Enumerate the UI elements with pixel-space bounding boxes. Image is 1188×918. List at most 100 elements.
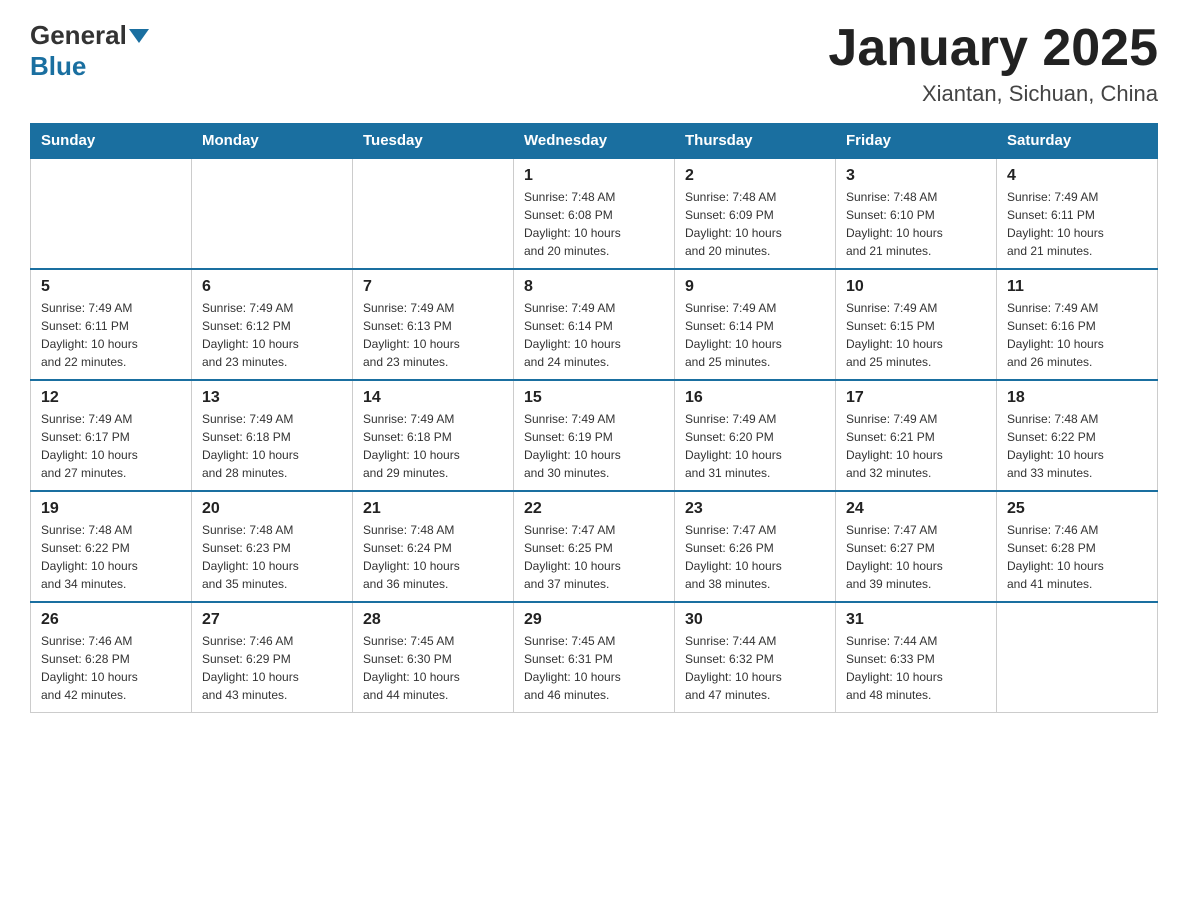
calendar-cell: 17Sunrise: 7:49 AM Sunset: 6:21 PM Dayli…: [836, 380, 997, 491]
day-info: Sunrise: 7:46 AM Sunset: 6:28 PM Dayligh…: [1007, 521, 1147, 593]
day-number: 29: [524, 611, 664, 629]
day-number: 2: [685, 167, 825, 185]
calendar-week-2: 5 Sunrise: 7:49 AM Sunset: 6:11 PM Daylig…: [31, 269, 1158, 380]
day-number: 14: [363, 389, 503, 407]
calendar-cell: 21 Sunrise: 7:48 AM Sunset: 6:24 PM Dayli…: [353, 491, 514, 602]
day-number: 1: [524, 167, 664, 185]
day-info: Sunrise: 7:49 AM Sunset: 6:13 PM Dayligh…: [363, 299, 503, 371]
calendar-header-wednesday: Wednesday: [514, 124, 675, 159]
day-info: Sunrise: 7:49 AM Sunset: 6:18 PM Dayligh…: [363, 410, 503, 482]
day-number: 18: [1007, 389, 1147, 407]
day-number: 28: [363, 611, 503, 629]
calendar-cell: 27Sunrise: 7:46 AM Sunset: 6:29 PM Dayli…: [192, 602, 353, 713]
day-number: 9: [685, 278, 825, 296]
logo-text: General: [30, 20, 151, 51]
calendar-table: SundayMondayTuesdayWednesdayThursdayFrid…: [30, 123, 1158, 713]
day-info: Sunrise: 7:48 AM Sunset: 6:24 PM Dayligh…: [363, 521, 503, 593]
calendar-header-monday: Monday: [192, 124, 353, 159]
calendar-cell: 3 Sunrise: 7:48 AM Sunset: 6:10 PM Daylig…: [836, 158, 997, 269]
calendar-cell: 8 Sunrise: 7:49 AM Sunset: 6:14 PM Daylig…: [514, 269, 675, 380]
title-section: January 2025 Xiantan, Sichuan, China: [828, 20, 1158, 107]
calendar-cell: 31 Sunrise: 7:44 AM Sunset: 6:33 PM Dayli…: [836, 602, 997, 713]
calendar-cell: [31, 158, 192, 269]
day-info: Sunrise: 7:46 AM Sunset: 6:28 PM Dayligh…: [41, 632, 181, 704]
calendar-header-row: SundayMondayTuesdayWednesdayThursdayFrid…: [31, 124, 1158, 159]
day-info: Sunrise: 7:49 AM Sunset: 6:11 PM Dayligh…: [41, 299, 181, 371]
day-number: 11: [1007, 278, 1147, 296]
calendar-cell: 24Sunrise: 7:47 AM Sunset: 6:27 PM Dayli…: [836, 491, 997, 602]
calendar-week-5: 26Sunrise: 7:46 AM Sunset: 6:28 PM Dayli…: [31, 602, 1158, 713]
calendar-header-saturday: Saturday: [997, 124, 1158, 159]
day-number: 23: [685, 500, 825, 518]
day-info: Sunrise: 7:49 AM Sunset: 6:15 PM Dayligh…: [846, 299, 986, 371]
day-number: 7: [363, 278, 503, 296]
day-info: Sunrise: 7:44 AM Sunset: 6:33 PM Dayligh…: [846, 632, 986, 704]
day-number: 25: [1007, 500, 1147, 518]
day-info: Sunrise: 7:49 AM Sunset: 6:14 PM Dayligh…: [524, 299, 664, 371]
day-info: Sunrise: 7:48 AM Sunset: 6:22 PM Dayligh…: [1007, 410, 1147, 482]
day-number: 8: [524, 278, 664, 296]
calendar-cell: 6 Sunrise: 7:49 AM Sunset: 6:12 PM Daylig…: [192, 269, 353, 380]
day-info: Sunrise: 7:44 AM Sunset: 6:32 PM Dayligh…: [685, 632, 825, 704]
day-number: 5: [41, 278, 181, 296]
logo-arrow-icon: [129, 29, 149, 43]
day-info: Sunrise: 7:48 AM Sunset: 6:09 PM Dayligh…: [685, 188, 825, 260]
calendar-cell: 30Sunrise: 7:44 AM Sunset: 6:32 PM Dayli…: [675, 602, 836, 713]
calendar-cell: 14 Sunrise: 7:49 AM Sunset: 6:18 PM Dayli…: [353, 380, 514, 491]
calendar-header-sunday: Sunday: [31, 124, 192, 159]
day-info: Sunrise: 7:45 AM Sunset: 6:30 PM Dayligh…: [363, 632, 503, 704]
day-info: Sunrise: 7:49 AM Sunset: 6:17 PM Dayligh…: [41, 410, 181, 482]
calendar-cell: 1 Sunrise: 7:48 AM Sunset: 6:08 PM Daylig…: [514, 158, 675, 269]
calendar-cell: 16 Sunrise: 7:49 AM Sunset: 6:20 PM Dayli…: [675, 380, 836, 491]
day-info: Sunrise: 7:45 AM Sunset: 6:31 PM Dayligh…: [524, 632, 664, 704]
day-number: 16: [685, 389, 825, 407]
day-number: 21: [363, 500, 503, 518]
day-info: Sunrise: 7:48 AM Sunset: 6:23 PM Dayligh…: [202, 521, 342, 593]
day-info: Sunrise: 7:49 AM Sunset: 6:20 PM Dayligh…: [685, 410, 825, 482]
day-info: Sunrise: 7:49 AM Sunset: 6:18 PM Dayligh…: [202, 410, 342, 482]
calendar-cell: 11Sunrise: 7:49 AM Sunset: 6:16 PM Dayli…: [997, 269, 1158, 380]
day-number: 15: [524, 389, 664, 407]
day-info: Sunrise: 7:48 AM Sunset: 6:10 PM Dayligh…: [846, 188, 986, 260]
day-info: Sunrise: 7:46 AM Sunset: 6:29 PM Dayligh…: [202, 632, 342, 704]
calendar-cell: 18 Sunrise: 7:48 AM Sunset: 6:22 PM Dayli…: [997, 380, 1158, 491]
day-info: Sunrise: 7:48 AM Sunset: 6:08 PM Dayligh…: [524, 188, 664, 260]
calendar-cell: 19Sunrise: 7:48 AM Sunset: 6:22 PM Dayli…: [31, 491, 192, 602]
day-number: 22: [524, 500, 664, 518]
day-number: 17: [846, 389, 986, 407]
calendar-cell: 5 Sunrise: 7:49 AM Sunset: 6:11 PM Daylig…: [31, 269, 192, 380]
day-info: Sunrise: 7:47 AM Sunset: 6:27 PM Dayligh…: [846, 521, 986, 593]
calendar-cell: 12 Sunrise: 7:49 AM Sunset: 6:17 PM Dayli…: [31, 380, 192, 491]
calendar-week-4: 19Sunrise: 7:48 AM Sunset: 6:22 PM Dayli…: [31, 491, 1158, 602]
day-number: 10: [846, 278, 986, 296]
calendar-cell: 13 Sunrise: 7:49 AM Sunset: 6:18 PM Dayli…: [192, 380, 353, 491]
day-info: Sunrise: 7:47 AM Sunset: 6:25 PM Dayligh…: [524, 521, 664, 593]
day-info: Sunrise: 7:49 AM Sunset: 6:11 PM Dayligh…: [1007, 188, 1147, 260]
day-info: Sunrise: 7:49 AM Sunset: 6:19 PM Dayligh…: [524, 410, 664, 482]
day-number: 12: [41, 389, 181, 407]
calendar-title: January 2025: [828, 20, 1158, 77]
calendar-header-friday: Friday: [836, 124, 997, 159]
calendar-cell: 9Sunrise: 7:49 AM Sunset: 6:14 PM Daylig…: [675, 269, 836, 380]
day-number: 31: [846, 611, 986, 629]
calendar-cell: 4 Sunrise: 7:49 AM Sunset: 6:11 PM Daylig…: [997, 158, 1158, 269]
calendar-header-tuesday: Tuesday: [353, 124, 514, 159]
day-number: 13: [202, 389, 342, 407]
calendar-cell: 7 Sunrise: 7:49 AM Sunset: 6:13 PM Daylig…: [353, 269, 514, 380]
calendar-cell: 22 Sunrise: 7:47 AM Sunset: 6:25 PM Dayli…: [514, 491, 675, 602]
calendar-cell: [997, 602, 1158, 713]
calendar-cell: 2 Sunrise: 7:48 AM Sunset: 6:09 PM Daylig…: [675, 158, 836, 269]
logo: General Blue: [30, 20, 151, 82]
logo-blue: Blue: [30, 51, 86, 82]
day-number: 6: [202, 278, 342, 296]
calendar-cell: 25 Sunrise: 7:46 AM Sunset: 6:28 PM Dayli…: [997, 491, 1158, 602]
calendar-header-thursday: Thursday: [675, 124, 836, 159]
day-number: 4: [1007, 167, 1147, 185]
page-header: General Blue January 2025 Xiantan, Sichu…: [30, 20, 1158, 107]
calendar-cell: [353, 158, 514, 269]
day-info: Sunrise: 7:49 AM Sunset: 6:12 PM Dayligh…: [202, 299, 342, 371]
day-info: Sunrise: 7:48 AM Sunset: 6:22 PM Dayligh…: [41, 521, 181, 593]
day-number: 3: [846, 167, 986, 185]
day-info: Sunrise: 7:47 AM Sunset: 6:26 PM Dayligh…: [685, 521, 825, 593]
calendar-cell: 10 Sunrise: 7:49 AM Sunset: 6:15 PM Dayli…: [836, 269, 997, 380]
